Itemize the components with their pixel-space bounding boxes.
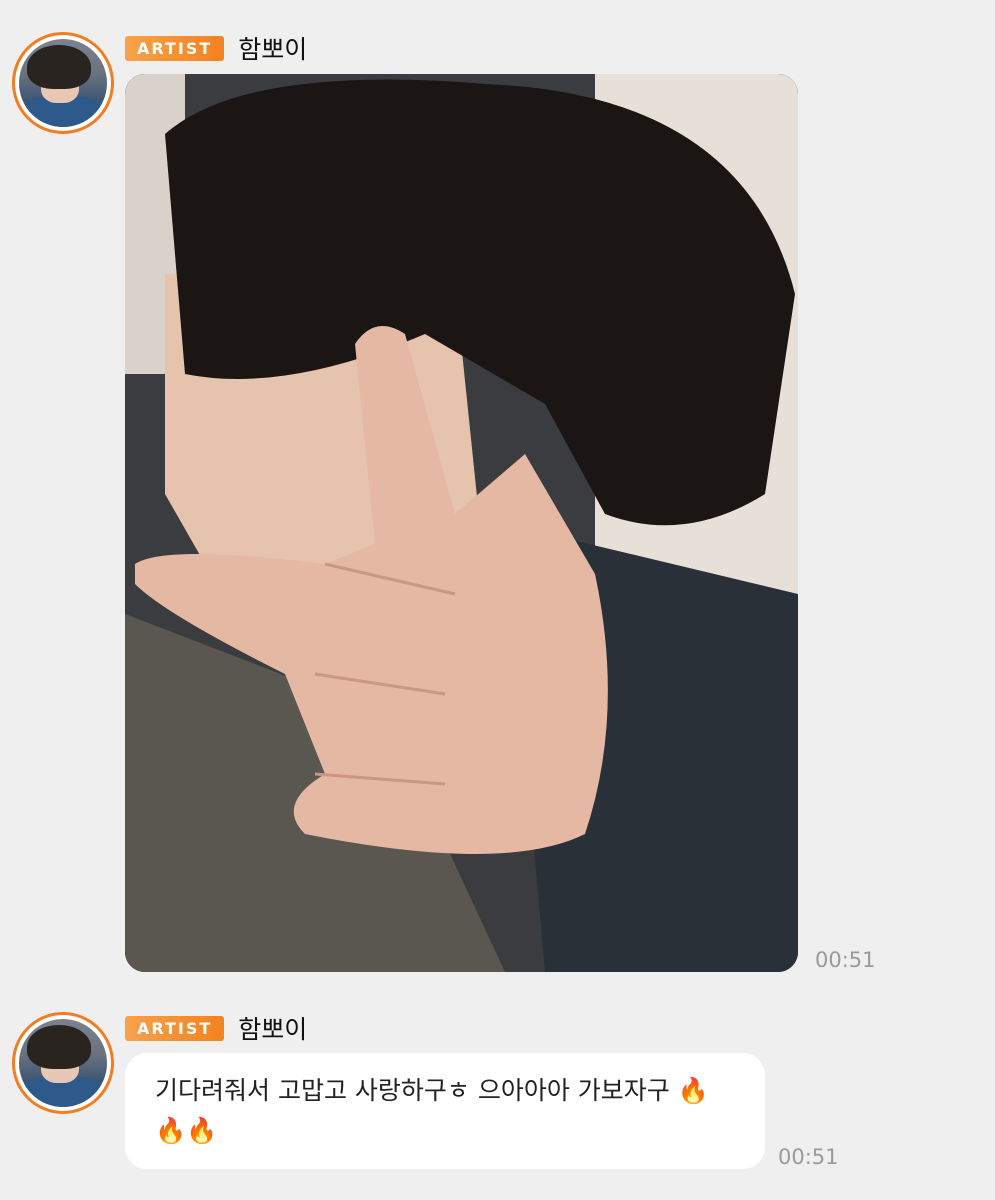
sender-name: 함뽀이 <box>238 1015 308 1044</box>
shared-photo[interactable] <box>125 74 798 972</box>
photo-illustration <box>125 74 798 972</box>
artist-badge: ARTIST <box>125 35 225 61</box>
avatar-image <box>19 1019 107 1107</box>
avatar[interactable] <box>12 32 114 134</box>
avatar[interactable] <box>12 1012 114 1114</box>
sender-row: ARTIST 함뽀이 <box>125 1010 307 1046</box>
timestamp: 00:51 <box>815 948 876 972</box>
message-bubble[interactable]: 기다려줘서 고맙고 사랑하구ㅎ 으아아아 가보자구 🔥🔥🔥 <box>125 1053 765 1169</box>
message-text-content: 기다려줘서 고맙고 사랑하구ㅎ 으아아아 가보자구 🔥🔥🔥 <box>155 1076 709 1145</box>
timestamp: 00:51 <box>778 1145 839 1169</box>
sender-row: ARTIST 함뽀이 <box>125 30 307 66</box>
avatar-image <box>19 39 107 127</box>
sender-name: 함뽀이 <box>238 35 308 64</box>
artist-badge: ARTIST <box>125 1015 225 1041</box>
